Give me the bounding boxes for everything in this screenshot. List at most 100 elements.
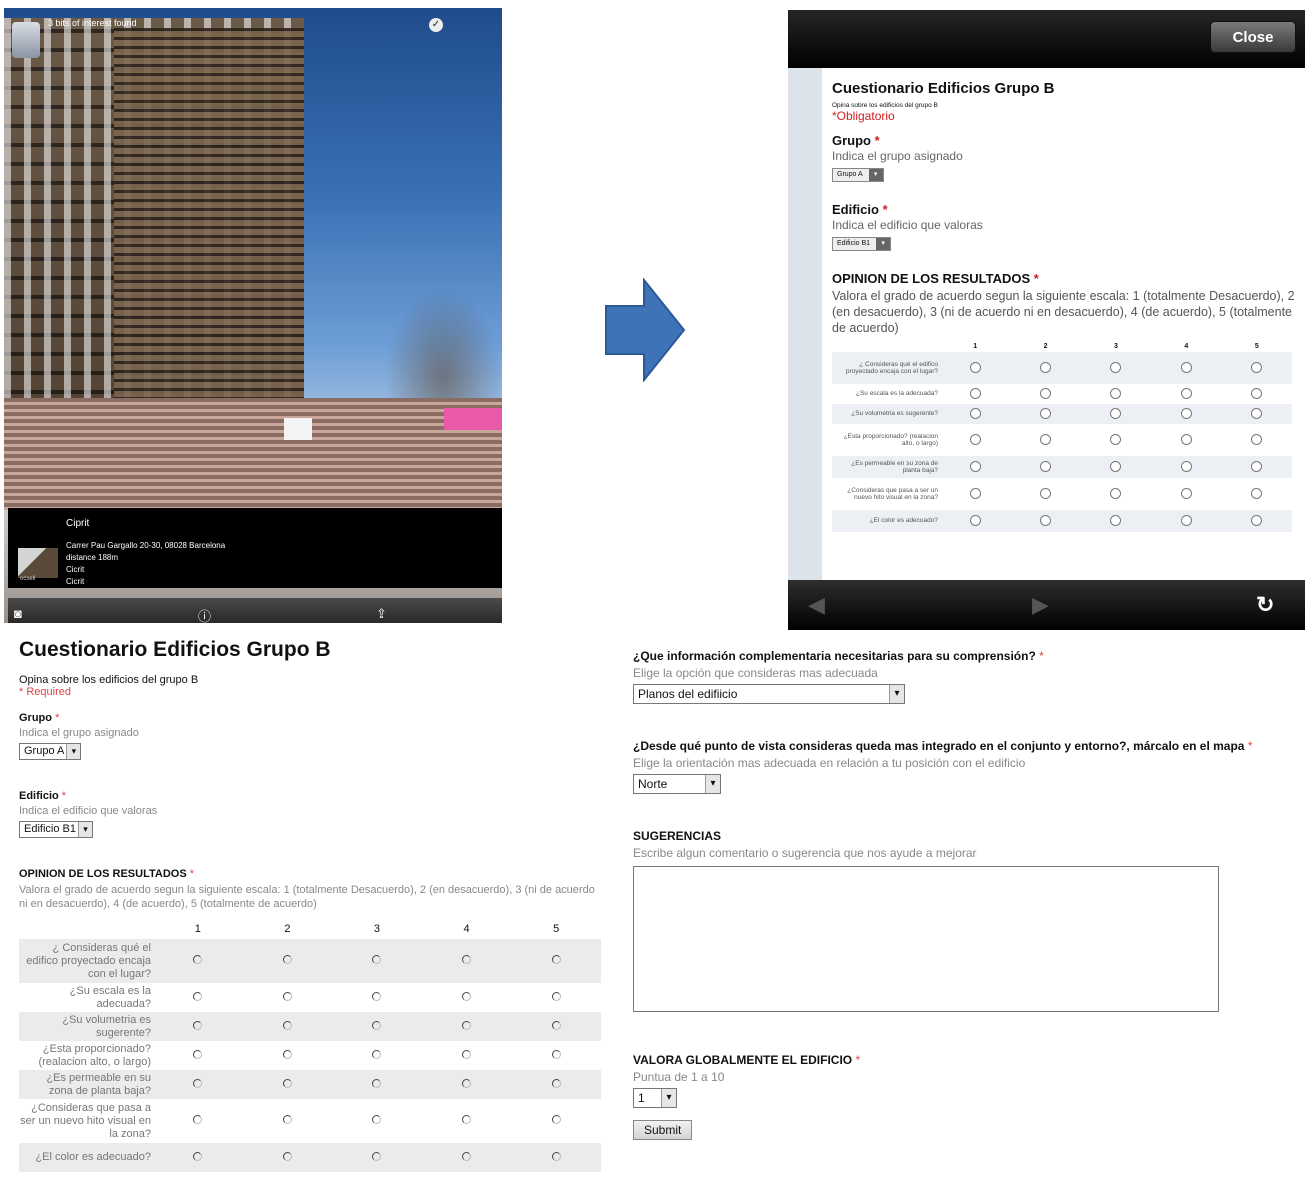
ground-wall — [4, 398, 502, 510]
radio-option[interactable] — [551, 991, 561, 1001]
radio-option[interactable] — [372, 1020, 382, 1030]
radio-option[interactable] — [462, 1020, 472, 1030]
grid-col-4: 4 — [463, 923, 470, 935]
radio-option[interactable] — [551, 955, 561, 964]
poi-title: Ciprit — [66, 518, 90, 529]
radio-option[interactable] — [1110, 514, 1122, 526]
radio-option[interactable] — [1180, 433, 1192, 445]
back-icon[interactable]: ◀ — [808, 592, 825, 618]
radio-option[interactable] — [1180, 514, 1192, 526]
radio-option[interactable] — [462, 1115, 472, 1124]
radio-option[interactable] — [193, 991, 203, 1001]
edificio-select[interactable]: Edificio B1 — [19, 821, 93, 838]
radio-option[interactable] — [1180, 487, 1192, 499]
radio-option[interactable] — [1251, 361, 1263, 373]
reload-icon[interactable]: ↻ — [1256, 592, 1274, 618]
radio-option[interactable] — [372, 991, 382, 1001]
radio-option[interactable] — [1110, 460, 1122, 472]
radio-option[interactable] — [551, 1078, 561, 1088]
radio-option[interactable] — [1251, 433, 1263, 445]
grid-corner — [832, 340, 940, 352]
radio-option[interactable] — [282, 1115, 292, 1124]
camera-icon[interactable]: ◙ — [14, 606, 22, 621]
radio-option[interactable] — [1040, 407, 1052, 419]
grid-col-1: 1 — [194, 923, 201, 935]
vista-select[interactable]: Norte — [633, 774, 721, 794]
radio-option[interactable] — [969, 387, 981, 399]
radio-option[interactable] — [969, 361, 981, 373]
radio-option[interactable] — [372, 1049, 382, 1059]
check-icon[interactable]: ✓ — [429, 18, 443, 32]
radio-option[interactable] — [282, 1049, 292, 1059]
radio-option[interactable] — [1110, 387, 1122, 399]
radio-option[interactable] — [1040, 433, 1052, 445]
radio-option[interactable] — [372, 1151, 382, 1161]
radio-option[interactable] — [1251, 487, 1263, 499]
info-icon[interactable]: ⓘ — [198, 606, 211, 623]
radio-option[interactable] — [1180, 387, 1192, 399]
radio-option[interactable] — [462, 955, 472, 964]
radio-option[interactable] — [1251, 387, 1263, 399]
radio-option[interactable] — [969, 487, 981, 499]
radio-option[interactable] — [1251, 460, 1263, 472]
forward-icon[interactable]: ▶ — [1032, 592, 1049, 618]
ar-toolbar: ◙ ⓘ ⇪ — [8, 598, 502, 623]
radio-option[interactable] — [1251, 407, 1263, 419]
radio-option[interactable] — [1040, 361, 1052, 373]
radio-option[interactable] — [969, 514, 981, 526]
info-select[interactable]: Planos del edifiicio — [633, 684, 905, 704]
radio-option[interactable] — [1110, 433, 1122, 445]
radio-option[interactable] — [551, 1151, 561, 1161]
grupo-select[interactable]: Grupo A — [19, 743, 82, 760]
desktop-form-left: Cuestionario Edificios Grupo B Opina sob… — [19, 638, 604, 1172]
radio-option[interactable] — [193, 955, 203, 964]
radio-option[interactable] — [1180, 460, 1192, 472]
radio-option[interactable] — [551, 1115, 561, 1124]
sugerencias-textarea[interactable] — [633, 866, 1219, 1012]
radio-option[interactable] — [282, 1151, 292, 1161]
radio-option[interactable] — [1251, 514, 1263, 526]
radio-option[interactable] — [372, 1078, 382, 1088]
radio-option[interactable] — [1110, 487, 1122, 499]
radio-option[interactable] — [969, 433, 981, 445]
radio-option[interactable] — [1040, 514, 1052, 526]
app-icon[interactable] — [12, 22, 40, 58]
radio-option[interactable] — [1180, 407, 1192, 419]
radio-option[interactable] — [372, 955, 382, 964]
radio-option[interactable] — [193, 1151, 203, 1161]
radio-option[interactable] — [282, 1020, 292, 1030]
radio-option[interactable] — [969, 460, 981, 472]
radio-option[interactable] — [462, 1151, 472, 1161]
radio-option[interactable] — [551, 1049, 561, 1059]
radio-option[interactable] — [462, 1078, 472, 1088]
radio-option[interactable] — [282, 991, 292, 1001]
radio-option[interactable] — [372, 1115, 382, 1124]
radio-option[interactable] — [1110, 361, 1122, 373]
grid-row-label: ¿Consideras que pasa a ser un nuevo hito… — [847, 486, 938, 502]
radio-option[interactable] — [193, 1020, 203, 1030]
radio-option[interactable] — [462, 991, 472, 1001]
radio-option[interactable] — [1040, 387, 1052, 399]
close-button[interactable]: Close — [1210, 21, 1296, 53]
radio-option[interactable] — [193, 1115, 203, 1124]
radio-option[interactable] — [193, 1049, 203, 1059]
radio-option[interactable] — [1040, 460, 1052, 472]
mobile-grupo-select[interactable]: Grupo A — [832, 168, 884, 182]
radio-option[interactable] — [551, 1020, 561, 1030]
radio-option[interactable] — [969, 407, 981, 419]
submit-button[interactable]: Submit — [633, 1120, 693, 1140]
valora-select[interactable]: 1 — [633, 1088, 677, 1108]
mobile-edificio-select[interactable]: Edificio B1 — [832, 237, 892, 251]
share-icon[interactable]: ⇪ — [376, 606, 387, 622]
radio-option[interactable] — [193, 1078, 203, 1088]
radio-option[interactable] — [462, 1049, 472, 1059]
mobile-top-bar: Close — [788, 10, 1305, 68]
radio-option[interactable] — [1180, 361, 1192, 373]
radio-option[interactable] — [1040, 487, 1052, 499]
q-vista-help: Elige la orientación mas adecuada en rel… — [633, 756, 1026, 770]
radio-option[interactable] — [282, 1078, 292, 1088]
right-arrow-icon — [605, 278, 686, 382]
radio-option[interactable] — [1110, 407, 1122, 419]
radio-option[interactable] — [282, 955, 292, 964]
poi-info-box[interactable]: Ciprit Carrer Pau Gargallo 20-30, 08028 … — [8, 508, 502, 588]
